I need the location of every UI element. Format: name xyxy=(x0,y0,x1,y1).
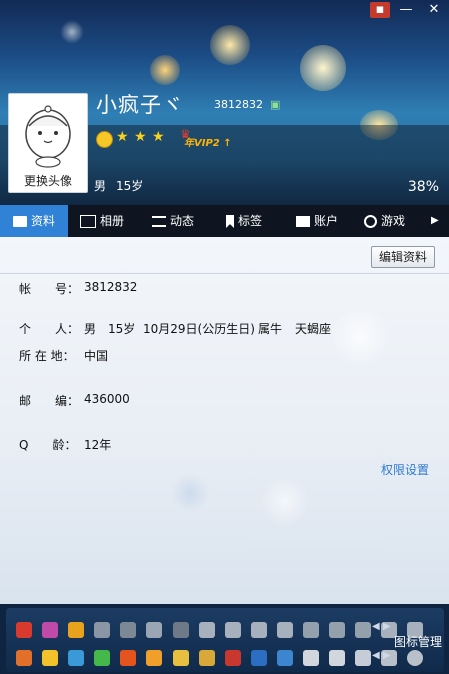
profile-completion[interactable]: 38% xyxy=(408,179,439,195)
personal-star-sign: 天蝎座 xyxy=(295,322,332,336)
change-avatar-label[interactable]: 更换头像 xyxy=(9,172,87,189)
tab-label: 标签 xyxy=(238,214,263,228)
account-icon xyxy=(296,216,310,227)
tab-label: 账户 xyxy=(314,214,339,228)
gray-app-icon[interactable] xyxy=(355,649,372,666)
location-value: 中国 xyxy=(84,349,109,363)
yellow-app-icon[interactable] xyxy=(146,649,163,666)
phone-bound-icon: ▣ xyxy=(270,98,281,111)
permission-settings-link[interactable]: 权限设置 xyxy=(381,461,429,478)
diamond-icon[interactable] xyxy=(224,621,241,638)
icon-manage-button[interactable]: 图标管理 xyxy=(394,633,442,650)
yellow-badge-icon[interactable] xyxy=(68,621,85,638)
tv-icon[interactable] xyxy=(172,621,189,638)
nickname: 小疯子ヾ xyxy=(96,93,184,117)
gender: 男 xyxy=(94,179,107,193)
house-icon[interactable] xyxy=(198,649,215,666)
profile-header: ▪ — ✕ 更换头像 小疯子ヾ 3812832 ▣ ★ ★ ★ ♛ 年VIP2 … xyxy=(0,0,449,205)
diamond-icon[interactable] xyxy=(276,621,293,638)
green-app-icon[interactable] xyxy=(94,649,111,666)
bookmark-tag-icon xyxy=(226,215,234,228)
age: 15岁 xyxy=(116,179,144,193)
edit-profile-button[interactable]: 编辑资料 xyxy=(371,246,435,268)
heart-icon[interactable] xyxy=(303,621,320,638)
account-label: 帐 号： xyxy=(19,282,80,296)
icon-row-scroll-arrows[interactable]: ◀ ▶ xyxy=(372,621,391,632)
icon-bar: ◀ ▶ ◀ ▶ 图标管理 xyxy=(0,604,449,674)
tab-tags[interactable]: 标签 xyxy=(226,205,262,237)
qage-label: Q 龄： xyxy=(19,438,77,452)
gray-app-icon[interactable] xyxy=(329,649,346,666)
photo-album-icon xyxy=(80,215,96,228)
trophy-icon[interactable] xyxy=(172,649,189,666)
qage-value: 12年 xyxy=(84,438,112,452)
diamond-icon[interactable] xyxy=(146,621,163,638)
blue-app-icon[interactable] xyxy=(250,649,267,666)
star-icon: ★ xyxy=(152,129,165,145)
profile-info-panel: 编辑资料 帐 号： 3812832 个 人： 男 15岁 10月29日(公历生日… xyxy=(0,237,449,604)
skin-icon[interactable]: ▪ xyxy=(370,2,390,18)
location-label: 所 在 地： xyxy=(19,349,75,363)
diamond-icon[interactable] xyxy=(120,621,137,638)
personal-label: 个 人： xyxy=(19,322,80,336)
bokeh-light xyxy=(150,55,180,85)
star-icon: ★ xyxy=(116,129,129,145)
postcode-value: 436000 xyxy=(84,392,130,406)
tab-games[interactable]: 游戏 xyxy=(364,205,405,237)
personal-gender: 男 xyxy=(84,322,97,336)
tab-account[interactable]: 账户 xyxy=(296,205,338,237)
minimize-button[interactable]: — xyxy=(396,2,416,18)
orange-app-icon[interactable] xyxy=(120,649,137,666)
bird-icon[interactable] xyxy=(329,621,346,638)
pink-gift-icon[interactable] xyxy=(42,621,59,638)
star-badge-icon[interactable] xyxy=(42,649,59,666)
tab-label: 相册 xyxy=(100,214,125,228)
icon-bar-panel: ◀ ▶ ◀ ▶ xyxy=(6,608,444,672)
bokeh-light xyxy=(300,45,346,91)
avatar[interactable]: 更换头像 xyxy=(8,93,88,193)
tab-label: 游戏 xyxy=(381,214,406,228)
bokeh-light xyxy=(330,307,390,367)
bokeh-light xyxy=(210,25,250,65)
account-value: 3812832 xyxy=(84,280,138,294)
personal-age: 15岁 xyxy=(108,322,136,336)
tab-label: 动态 xyxy=(170,214,195,228)
chat-icon[interactable] xyxy=(407,649,424,666)
diamond-icon[interactable] xyxy=(250,621,267,638)
red-flag-icon[interactable] xyxy=(16,621,32,638)
icon-row-scroll-arrows[interactable]: ◀ ▶ xyxy=(372,650,391,661)
music-icon[interactable] xyxy=(355,621,372,638)
tab-bar: 资料 相册 动态 标签 账户 游戏 ▶ xyxy=(0,205,449,237)
tab-profile[interactable]: 资料 xyxy=(0,205,68,237)
lion-icon[interactable] xyxy=(16,649,32,666)
vip-badge[interactable]: 年VIP2 ↑ xyxy=(184,134,232,149)
red-app-icon[interactable] xyxy=(224,649,241,666)
tab-album[interactable]: 相册 xyxy=(80,205,124,237)
star-icon: ★ xyxy=(134,129,147,145)
bokeh-light xyxy=(60,20,84,44)
tab-feed[interactable]: 动态 xyxy=(152,205,194,237)
blue-app-icon[interactable] xyxy=(68,649,85,666)
tab-label: 资料 xyxy=(30,214,55,228)
personal-zodiac: 属牛 xyxy=(258,322,283,336)
personal-birthday: 10月29日(公历生日) xyxy=(143,322,255,336)
bokeh-light xyxy=(260,477,310,527)
qq-number: 3812832 xyxy=(214,98,263,111)
smiley-icon xyxy=(96,131,113,148)
gray-app-icon[interactable] xyxy=(303,649,320,666)
diamond-icon[interactable] xyxy=(198,621,215,638)
avatar-cartoon-icon xyxy=(25,105,71,168)
heart-icon[interactable] xyxy=(94,621,111,638)
divider xyxy=(0,273,449,274)
blue-app-icon[interactable] xyxy=(276,649,293,666)
postcode-label: 邮 编： xyxy=(19,394,80,408)
profile-card-icon xyxy=(12,216,27,227)
game-icon xyxy=(364,215,377,228)
tab-scroll-arrow[interactable]: ▶ xyxy=(431,205,439,237)
icon-row-top xyxy=(16,619,428,639)
feed-list-icon xyxy=(152,216,166,227)
close-button[interactable]: ✕ xyxy=(424,2,444,18)
bokeh-light xyxy=(170,473,210,513)
icon-row-bottom xyxy=(16,647,428,667)
